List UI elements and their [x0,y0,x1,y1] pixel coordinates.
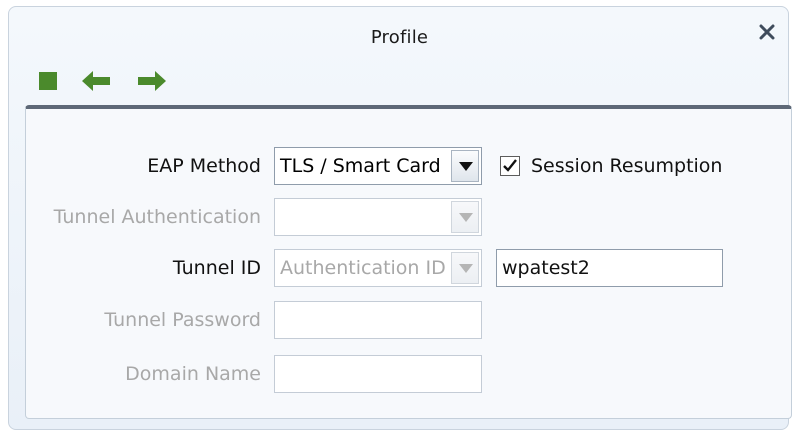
back-arrow-icon[interactable] [81,69,111,93]
domain-name-label: Domain Name [125,363,261,385]
session-resumption-checkbox[interactable] [500,156,520,176]
session-resumption-label: Session Resumption [531,155,723,177]
eap-method-select[interactable]: TLS / Smart Card [274,147,482,185]
tunnel-authentication-select[interactable] [274,198,482,236]
eap-method-dropdown-icon[interactable] [451,150,479,182]
tunnel-password-label: Tunnel Password [104,309,261,331]
forward-arrow-icon[interactable] [137,69,167,93]
profile-dialog: Profile EAP Method TLS / Smart Card Sess… [8,6,792,430]
close-icon[interactable] [756,21,778,43]
eap-method-label: EAP Method [147,155,261,177]
tunnel-id-type-select[interactable]: Authentication ID [274,249,482,287]
tunnel-authentication-dropdown-icon[interactable] [451,201,479,233]
tunnel-id-input[interactable]: wpatest2 [496,249,723,287]
tunnel-authentication-label: Tunnel Authentication [53,206,261,228]
tunnel-id-type-dropdown-icon[interactable] [451,252,479,284]
dialog-title: Profile [370,27,429,48]
tunnel-id-type-value: Authentication ID [280,257,446,279]
stop-icon[interactable] [35,69,65,93]
tunnel-id-label: Tunnel ID [172,257,261,279]
eap-method-value: TLS / Smart Card [280,155,441,177]
tunnel-password-input[interactable] [274,301,482,339]
domain-name-input[interactable] [274,355,482,393]
settings-panel: EAP Method TLS / Smart Card Session Resu… [25,105,792,419]
